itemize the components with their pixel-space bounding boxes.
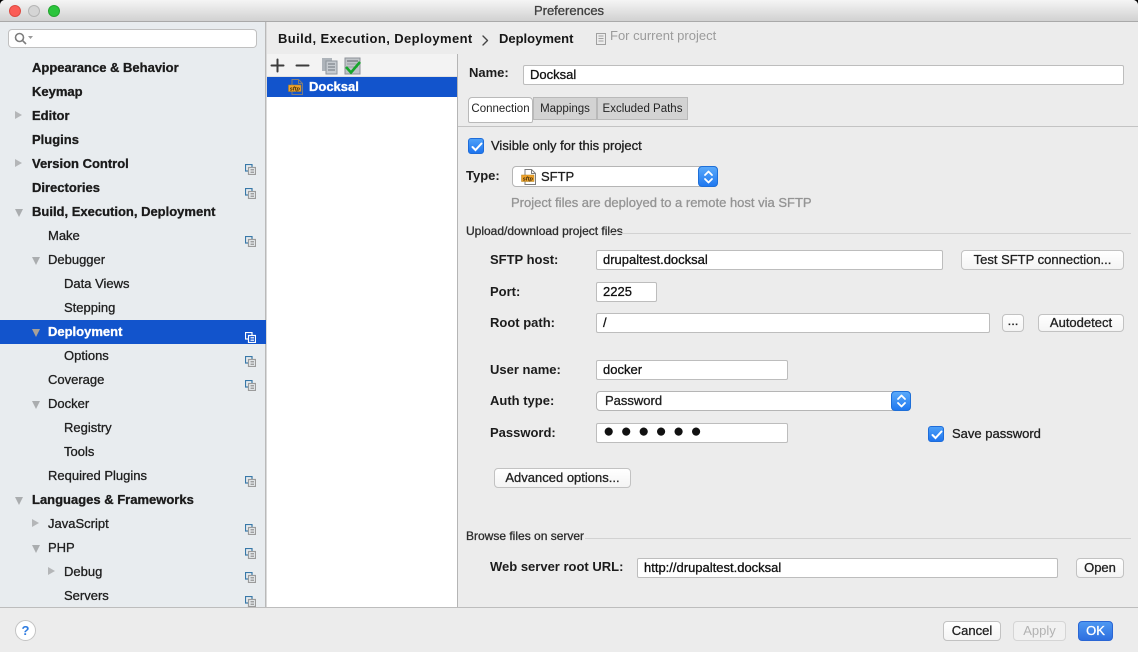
svg-text:sftp: sftp (290, 86, 301, 92)
svg-text:sftp: sftp (523, 176, 534, 182)
